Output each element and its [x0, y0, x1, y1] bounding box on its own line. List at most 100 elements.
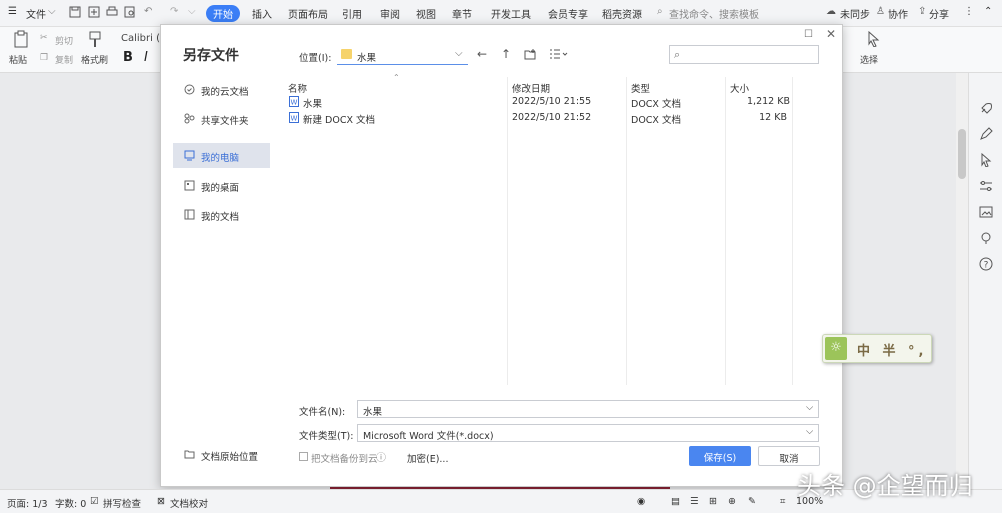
view-mode-icon[interactable] — [549, 48, 569, 63]
nav-my-computer[interactable]: 我的电脑 — [173, 143, 270, 168]
select-icon[interactable] — [866, 30, 880, 50]
tab-chapter[interactable]: 章节 — [452, 6, 472, 21]
web-view-icon[interactable]: ⊕ — [728, 496, 736, 507]
more-menu-icon[interactable]: ⋮ — [964, 6, 974, 17]
export-pdf-icon[interactable] — [88, 6, 100, 21]
ime-toolbar[interactable]: ☼ 中 半 °, — [822, 334, 932, 363]
chevron-down-icon[interactable]: ⌵ — [48, 6, 56, 17]
word-count[interactable]: 字数: 0 — [55, 496, 86, 510]
tab-references[interactable]: 引用 — [342, 6, 362, 21]
tab-developer[interactable]: 开发工具 — [491, 6, 531, 21]
image-edit-icon[interactable] — [979, 205, 993, 219]
column-size[interactable]: 大小 — [730, 81, 749, 95]
cloud-docs-icon — [184, 84, 195, 95]
rocket-icon[interactable] — [979, 101, 993, 115]
collapse-icon[interactable]: ⌃ — [984, 6, 992, 17]
file-row[interactable]: W 水果 2022/5/10 21:55 DOCX 文档 1,212 KB — [285, 95, 795, 110]
tab-docer[interactable]: 稻壳资源 — [602, 6, 642, 21]
up-arrow-icon[interactable]: ↑ — [501, 47, 511, 61]
spellcheck-button[interactable]: 拼写检查 — [103, 496, 141, 510]
command-search[interactable]: 查找命令、搜索模板 — [669, 6, 759, 21]
search-icon: ⌕ — [657, 6, 663, 17]
nav-label: 我的云文档 — [201, 87, 249, 98]
redo-icon[interactable]: ↷ — [170, 6, 178, 17]
info-icon[interactable]: ⓘ — [376, 449, 386, 464]
tab-home[interactable]: 开始 — [206, 5, 240, 22]
cut-button[interactable]: 剪切 — [55, 34, 73, 47]
format-painter-button[interactable]: 格式刷 — [81, 53, 108, 66]
desktop-icon — [184, 180, 195, 191]
nav-label: 我的电脑 — [201, 153, 240, 164]
proofread-button[interactable]: 文档校对 — [170, 496, 208, 510]
docx-file-icon: W — [289, 112, 299, 123]
share-button[interactable]: 分享 — [929, 6, 949, 21]
paste-button[interactable]: 粘贴 — [9, 53, 27, 66]
tab-view[interactable]: 视图 — [416, 6, 436, 21]
sliders-icon[interactable] — [979, 179, 993, 193]
select-button[interactable]: 选择 — [860, 53, 878, 66]
cancel-button[interactable]: 取消 — [758, 446, 820, 466]
save-icon[interactable] — [69, 6, 81, 21]
search-box[interactable]: ⌕ — [669, 45, 819, 64]
paste-icon[interactable] — [13, 30, 29, 51]
tab-page-layout[interactable]: 页面布局 — [288, 6, 328, 21]
file-type: DOCX 文档 — [631, 99, 681, 110]
help-icon[interactable]: ? — [979, 257, 993, 271]
nav-original-location[interactable]: 文档原始位置 — [173, 442, 270, 467]
chevron-down-icon: ⌵ — [806, 402, 814, 413]
filetype-value: Microsoft Word 文件(*.docx) — [363, 431, 494, 442]
copy-button[interactable]: 复制 — [55, 53, 73, 66]
fit-icon[interactable]: ⌗ — [780, 496, 785, 507]
location-dropdown[interactable]: 水果 ⌵ — [337, 46, 468, 65]
pen-icon[interactable]: ✎ — [748, 496, 756, 507]
cursor-icon[interactable] — [979, 152, 993, 168]
filename-input[interactable]: 水果 ⌵ — [357, 400, 819, 418]
format-painter-icon[interactable] — [87, 30, 103, 51]
sync-status[interactable]: 未同步 — [840, 6, 870, 21]
save-button[interactable]: 保存(S) — [689, 446, 751, 466]
page-view-icon[interactable]: ▤ — [671, 496, 680, 507]
pen-icon[interactable] — [979, 127, 993, 141]
nav-cloud-docs[interactable]: 我的云文档 — [173, 77, 270, 102]
bold-button[interactable]: B — [123, 50, 133, 65]
scissors-icon: ✂ — [40, 33, 48, 43]
close-icon[interactable]: ✕ — [826, 27, 836, 41]
page-count[interactable]: 页面: 1/3 — [7, 496, 48, 510]
backup-checkbox[interactable] — [299, 452, 308, 461]
font-name-box[interactable]: Calibri ( — [121, 33, 160, 44]
new-folder-icon[interactable] — [524, 48, 536, 63]
nav-shared-folder[interactable]: 共享文件夹 — [173, 106, 270, 131]
print-preview-icon[interactable] — [124, 6, 136, 21]
nav-label: 文档原始位置 — [201, 452, 259, 463]
filetype-select[interactable]: Microsoft Word 文件(*.docx) ⌵ — [357, 424, 819, 442]
print-icon[interactable] — [106, 6, 118, 21]
column-type[interactable]: 类型 — [631, 81, 650, 95]
reading-view-icon[interactable]: ⊞ — [709, 496, 717, 507]
column-name[interactable]: 名称 — [288, 81, 307, 95]
nav-label: 我的桌面 — [201, 183, 240, 194]
file-row[interactable]: W 新建 DOCX 文档 2022/5/10 21:52 DOCX 文档 12 … — [285, 111, 795, 126]
tab-insert[interactable]: 插入 — [252, 6, 272, 21]
tab-review[interactable]: 审阅 — [380, 6, 400, 21]
collab-button[interactable]: 协作 — [888, 6, 908, 21]
filetype-label: 文件类型(T): — [299, 431, 354, 442]
vertical-scrollbar[interactable] — [956, 73, 968, 489]
hamburger-icon[interactable]: ☰ — [8, 6, 17, 17]
outline-view-icon[interactable]: ☰ — [690, 496, 699, 507]
nav-desktop[interactable]: 我的桌面 — [173, 173, 270, 198]
file-size: 12 KB — [759, 112, 787, 123]
undo-icon[interactable]: ↶ — [144, 6, 152, 17]
italic-button[interactable]: I — [144, 50, 148, 65]
column-date[interactable]: 修改日期 — [512, 81, 550, 95]
tab-member[interactable]: 会员专享 — [548, 6, 588, 21]
encrypt-link[interactable]: 加密(E)... — [407, 451, 448, 465]
eye-icon[interactable]: ◉ — [637, 496, 645, 507]
maximize-icon[interactable]: ☐ — [804, 29, 813, 40]
nav-my-documents[interactable]: 我的文档 — [173, 202, 270, 227]
file-menu[interactable]: 文件 — [26, 6, 46, 21]
more-chevron-icon[interactable]: ⌵ — [188, 6, 196, 17]
location-icon[interactable] — [979, 231, 993, 245]
back-arrow-icon[interactable]: ← — [477, 47, 487, 61]
scrollbar-thumb[interactable] — [958, 129, 966, 179]
share-folder-icon — [184, 113, 195, 124]
